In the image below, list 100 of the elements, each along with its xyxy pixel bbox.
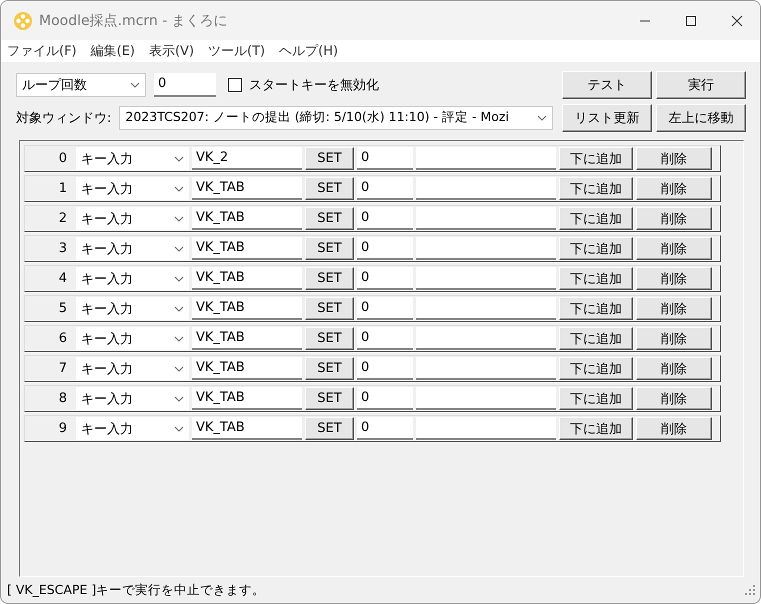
add-below-button[interactable]: 下に追加 xyxy=(559,357,633,380)
key-field[interactable]: VK_TAB xyxy=(192,387,302,410)
step-number: 6 xyxy=(58,331,68,346)
text-field[interactable] xyxy=(416,237,556,260)
delete-button[interactable]: 削除 xyxy=(636,327,712,350)
set-button[interactable]: SET xyxy=(305,297,354,320)
action-dropdown[interactable]: キー入力 xyxy=(76,327,189,350)
value-field[interactable]: 0 xyxy=(357,297,413,320)
loop-count-field[interactable]: 0 xyxy=(154,72,216,96)
step-number: 0 xyxy=(58,151,68,166)
text-field[interactable] xyxy=(416,207,556,230)
add-below-button[interactable]: 下に追加 xyxy=(559,417,633,440)
action-dropdown[interactable]: キー入力 xyxy=(76,147,189,170)
menu-item[interactable]: 編集(E) xyxy=(90,42,135,60)
key-field[interactable]: VK_TAB xyxy=(192,297,302,320)
delete-button[interactable]: 削除 xyxy=(636,147,712,170)
step-number: 7 xyxy=(58,361,68,376)
value-field[interactable]: 0 xyxy=(357,357,413,380)
step-number: 1 xyxy=(58,181,68,196)
value-field[interactable]: 0 xyxy=(357,387,413,410)
delete-button[interactable]: 削除 xyxy=(636,237,712,260)
step-number: 5 xyxy=(58,301,68,316)
text-field[interactable] xyxy=(416,417,556,440)
add-below-button[interactable]: 下に追加 xyxy=(559,297,633,320)
set-button[interactable]: SET xyxy=(305,267,354,290)
action-dropdown[interactable]: キー入力 xyxy=(76,417,189,440)
text-field[interactable] xyxy=(416,147,556,170)
text-field[interactable] xyxy=(416,357,556,380)
target-window-dropdown[interactable]: 2023TCS207: ノートの提出 (締切: 5/10(水) 11:10) - 評定 - Mozi xyxy=(119,106,554,130)
chevron-down-icon xyxy=(174,246,184,252)
action-dropdown[interactable]: キー入力 xyxy=(76,387,189,410)
key-field[interactable]: VK_TAB xyxy=(192,267,302,290)
value-field[interactable]: 0 xyxy=(357,147,413,170)
value-field[interactable]: 0 xyxy=(357,207,413,230)
text-field[interactable] xyxy=(416,327,556,350)
value-field[interactable]: 0 xyxy=(357,267,413,290)
menu-item[interactable]: ファイル(F) xyxy=(7,42,77,60)
run-button[interactable]: 実行 xyxy=(656,70,746,98)
test-button[interactable]: テスト xyxy=(562,70,652,98)
action-dropdown[interactable]: キー入力 xyxy=(76,357,189,380)
delete-button[interactable]: 削除 xyxy=(636,177,712,200)
resize-grip-icon[interactable] xyxy=(744,584,756,596)
set-button[interactable]: SET xyxy=(305,417,354,440)
action-dropdown[interactable]: キー入力 xyxy=(76,267,189,290)
value-field[interactable]: 0 xyxy=(357,327,413,350)
chevron-down-icon xyxy=(174,426,184,432)
checkbox[interactable] xyxy=(228,78,242,92)
key-field[interactable]: VK_TAB xyxy=(192,357,302,380)
set-button[interactable]: SET xyxy=(305,237,354,260)
key-field[interactable]: VK_TAB xyxy=(192,207,302,230)
chevron-down-icon xyxy=(174,186,184,192)
step-number: 3 xyxy=(58,241,68,256)
step-number: 2 xyxy=(58,211,68,226)
chevron-down-icon xyxy=(174,276,184,282)
add-below-button[interactable]: 下に追加 xyxy=(559,147,633,170)
delete-button[interactable]: 削除 xyxy=(636,357,712,380)
action-dropdown[interactable]: キー入力 xyxy=(76,177,189,200)
add-below-button[interactable]: 下に追加 xyxy=(559,387,633,410)
add-below-button[interactable]: 下に追加 xyxy=(559,267,633,290)
set-button[interactable]: SET xyxy=(305,147,354,170)
set-button[interactable]: SET xyxy=(305,177,354,200)
key-field[interactable]: VK_TAB xyxy=(192,417,302,440)
text-field[interactable] xyxy=(416,387,556,410)
value-field[interactable]: 0 xyxy=(357,237,413,260)
set-button[interactable]: SET xyxy=(305,207,354,230)
loop-mode-dropdown[interactable]: ループ回数 xyxy=(16,72,146,96)
value-field[interactable]: 0 xyxy=(357,177,413,200)
menu-item[interactable]: ツール(T) xyxy=(208,42,266,60)
step-number: 9 xyxy=(58,421,68,436)
action-dropdown[interactable]: キー入力 xyxy=(76,297,189,320)
key-field[interactable]: VK_TAB xyxy=(192,237,302,260)
action-dropdown[interactable]: キー入力 xyxy=(76,237,189,260)
menu-item[interactable]: 表示(V) xyxy=(148,42,194,60)
delete-button[interactable]: 削除 xyxy=(636,297,712,320)
add-below-button[interactable]: 下に追加 xyxy=(559,237,633,260)
key-field[interactable]: VK_2 xyxy=(192,147,302,170)
chevron-down-icon xyxy=(174,306,184,312)
delete-button[interactable]: 削除 xyxy=(636,417,712,440)
add-below-button[interactable]: 下に追加 xyxy=(559,177,633,200)
set-button[interactable]: SET xyxy=(305,327,354,350)
move-top-left-button[interactable]: 左上に移動 xyxy=(656,104,746,132)
menu-item[interactable]: ヘルプ(H) xyxy=(279,42,338,60)
refresh-list-button[interactable]: リスト更新 xyxy=(562,104,652,132)
value-field[interactable]: 0 xyxy=(357,417,413,440)
window-title: Moodle採点.mcrn - まくろに xyxy=(39,12,228,30)
key-field[interactable]: VK_TAB xyxy=(192,177,302,200)
status-text: [ VK_ESCAPE ]キーで実行を中止できます。 xyxy=(7,582,266,598)
delete-button[interactable]: 削除 xyxy=(636,387,712,410)
action-dropdown[interactable]: キー入力 xyxy=(76,207,189,230)
text-field[interactable] xyxy=(416,297,556,320)
chevron-down-icon xyxy=(174,336,184,342)
add-below-button[interactable]: 下に追加 xyxy=(559,327,633,350)
set-button[interactable]: SET xyxy=(305,387,354,410)
delete-button[interactable]: 削除 xyxy=(636,267,712,290)
delete-button[interactable]: 削除 xyxy=(636,207,712,230)
set-button[interactable]: SET xyxy=(305,357,354,380)
text-field[interactable] xyxy=(416,267,556,290)
key-field[interactable]: VK_TAB xyxy=(192,327,302,350)
text-field[interactable] xyxy=(416,177,556,200)
add-below-button[interactable]: 下に追加 xyxy=(559,207,633,230)
